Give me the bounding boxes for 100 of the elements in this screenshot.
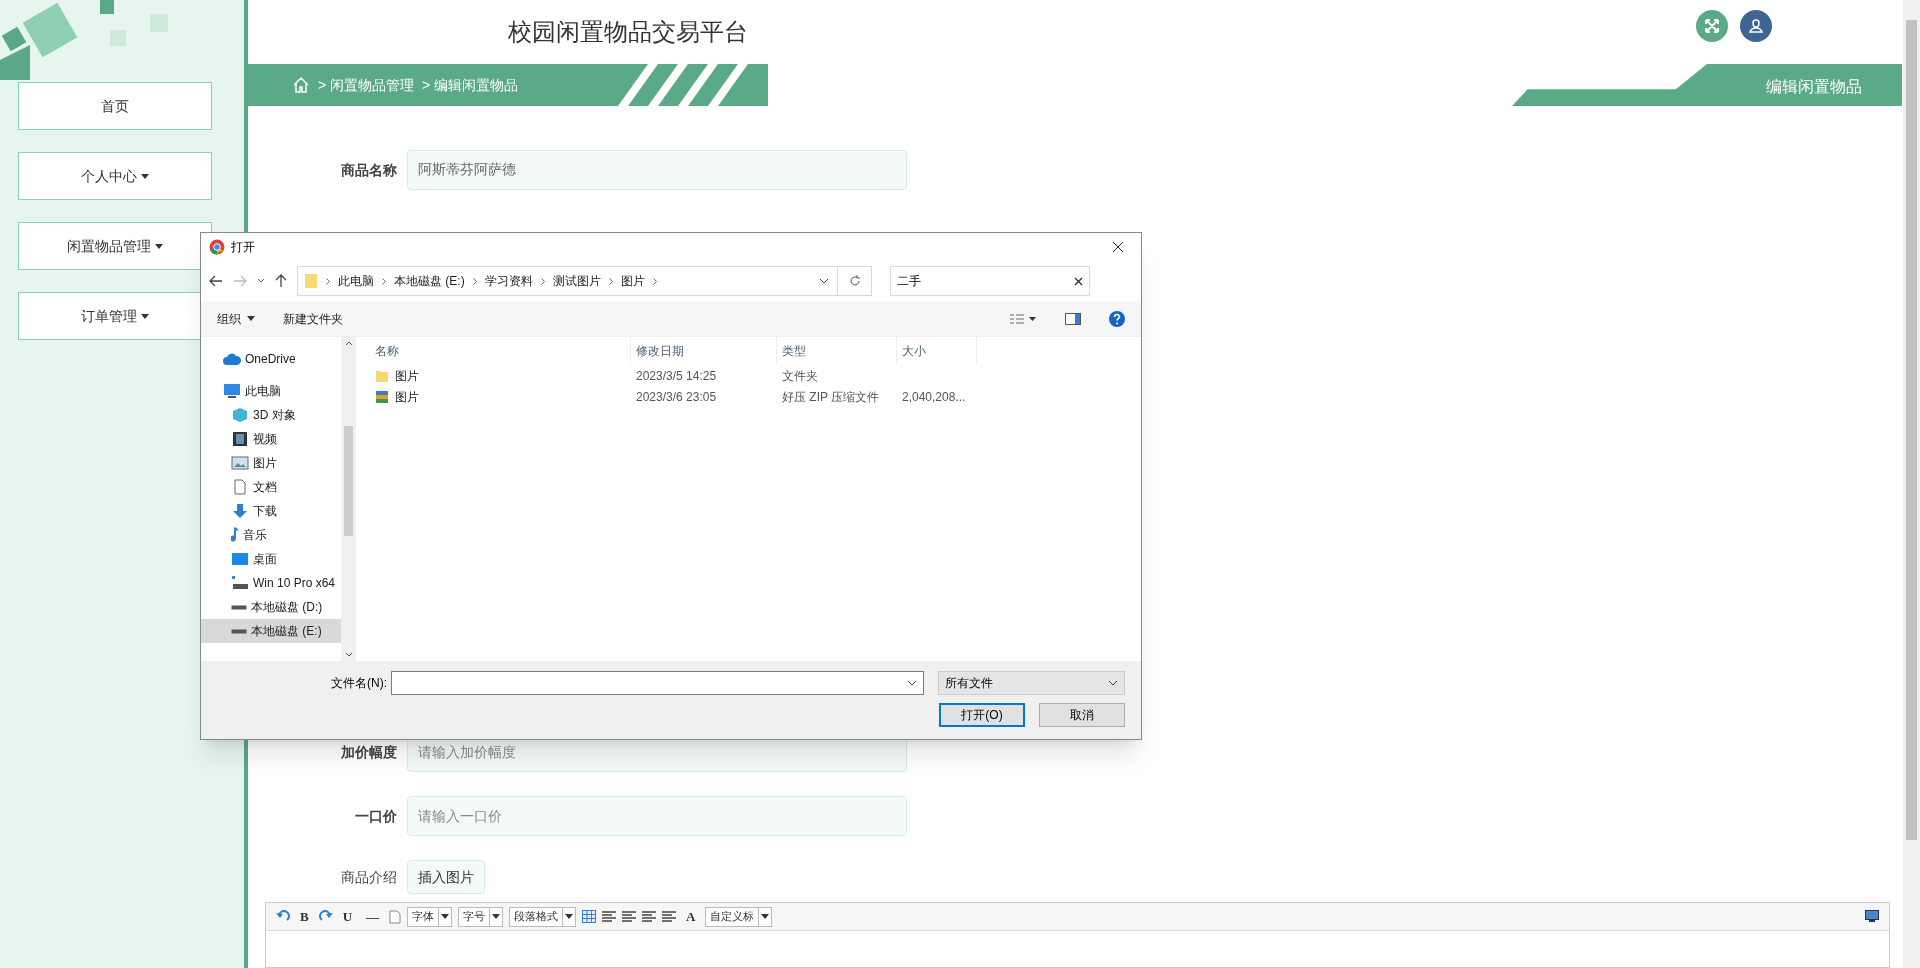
filename-field[interactable] [391,671,924,695]
scroll-up-icon[interactable] [344,341,353,346]
nav-item[interactable]: OneDrive [201,347,341,371]
toolbar-select[interactable]: 段落格式 [509,906,577,927]
dialog-button[interactable]: 取消 [1039,703,1125,727]
network-drive-icon [231,575,249,591]
table-icon[interactable] [582,910,597,923]
user-icon [1748,18,1764,34]
nav-item[interactable]: 下载 [201,499,341,523]
close-icon [1112,241,1124,253]
drive-icon [231,628,247,634]
nav-item[interactable]: 视频 [201,427,341,451]
nav-item[interactable]: 图片 [201,451,341,475]
format-button[interactable]: — [362,906,384,927]
caret-icon [761,914,770,919]
nav-item[interactable]: 文档 [201,475,341,499]
up-arrow-icon[interactable] [275,274,287,288]
folder-icon [304,273,318,289]
clear-icon[interactable] [1074,276,1083,286]
align-icon[interactable] [602,910,617,923]
nav-item[interactable]: Win 10 Pro x64 [201,571,341,595]
dialog-button[interactable]: 打开(O) [939,703,1025,727]
toolbar-select[interactable]: 自定义标 [705,906,773,927]
format-button[interactable]: B [296,906,313,927]
align-icon[interactable] [622,910,637,923]
preview-icon[interactable] [1865,910,1879,923]
input-field[interactable]: 阿斯蒂芬阿萨德 [407,150,907,190]
insert-image-button[interactable]: 插入图片 [407,860,485,894]
undo-icon[interactable] [276,909,290,924]
nav-item[interactable]: 此电脑 [201,379,341,403]
scroll-thumb[interactable] [344,426,353,536]
column-header[interactable]: 修改日期 [631,337,777,365]
view-options-icon[interactable] [1009,312,1037,325]
expand-icon [1704,18,1720,34]
column-header[interactable]: 名称 [370,337,631,365]
file-size: 2,040,208... [901,388,967,406]
chevron-icon [608,277,613,285]
path-segment[interactable]: 学习资料 [484,272,533,290]
chevron-down-icon[interactable] [819,278,829,284]
nav-item[interactable]: 本地磁盘 (E:) [201,619,341,643]
caret-icon [247,316,255,321]
chevron-down-icon[interactable] [907,680,917,686]
path-segment[interactable]: 图片 [620,272,645,290]
caret-icon [141,173,149,179]
scroll-down-icon[interactable] [344,652,353,657]
user-button[interactable] [1740,10,1772,42]
nav-item[interactable]: 本地磁盘 (D:) [201,595,341,619]
format-button[interactable]: U [338,906,357,927]
file-name[interactable]: 图片 [395,387,419,406]
column-header[interactable]: 大小 [897,337,977,365]
field-label: 商品名称 [340,160,398,180]
sidebar-item[interactable]: 个人中心 [18,152,212,200]
caret-icon [141,313,149,319]
path-segment[interactable]: 本地磁盘 (E:) [394,272,465,290]
organize-button[interactable]: 组织 [217,309,255,328]
drive-icon [231,604,247,610]
nav-item[interactable]: 桌面 [201,547,341,571]
filetype-select[interactable]: 所有文件 [938,671,1125,695]
address-bar[interactable]: 此电脑 本地磁盘 (E:) 学习资料 测试图片 图片 [297,266,872,296]
redo-icon[interactable] [318,909,333,924]
new-folder-button[interactable]: 新建文件夹 [283,309,343,328]
film-icon [231,431,249,447]
home-icon[interactable] [292,76,310,94]
refresh-icon[interactable] [848,275,861,287]
format-button[interactable]: A [682,906,700,927]
file-date: 2023/3/6 23:05 [635,388,718,406]
align-icon[interactable] [642,910,657,923]
scrollbar[interactable] [1903,0,1920,968]
align-icon[interactable] [662,910,677,923]
chevron-down-icon[interactable] [257,278,265,284]
back-arrow-icon[interactable] [209,275,223,287]
chevron-icon [652,277,657,285]
field-label: 商品介绍 [340,867,398,887]
music-note-icon [231,527,239,543]
caret-icon [155,243,163,249]
toolbar-select[interactable]: 字号 [458,906,504,927]
archive-icon [375,389,389,404]
sidebar-item[interactable]: 首页 [18,82,212,130]
site-title: 校园闲置物品交易平台 [508,17,748,47]
sidebar-item[interactable]: 闲置物品管理 [18,222,212,270]
folder-icon [375,368,389,383]
path-segment[interactable]: 此电脑 [338,272,374,290]
dialog-title: 打开 [231,239,255,256]
path-segment[interactable]: 测试图片 [552,272,601,290]
search-field[interactable]: 二手 [890,266,1090,296]
chevron-icon [540,277,545,285]
nav-item[interactable]: 音乐 [201,523,341,547]
file-name[interactable]: 图片 [395,366,419,385]
fullscreen-button[interactable] [1696,10,1728,42]
nav-item[interactable]: 3D 对象 [201,403,341,427]
scrollbar[interactable] [341,337,356,661]
caret-icon [565,914,574,919]
column-header[interactable]: 类型 [777,337,897,365]
chevron-icon [326,277,330,285]
help-icon[interactable] [1109,310,1125,327]
preview-pane-icon[interactable] [1065,312,1081,325]
input-field[interactable]: 请输入一口价 [407,796,907,836]
monitor-icon [223,383,241,399]
toolbar-select[interactable]: 字体 [407,906,453,927]
document-icon[interactable] [389,909,402,924]
